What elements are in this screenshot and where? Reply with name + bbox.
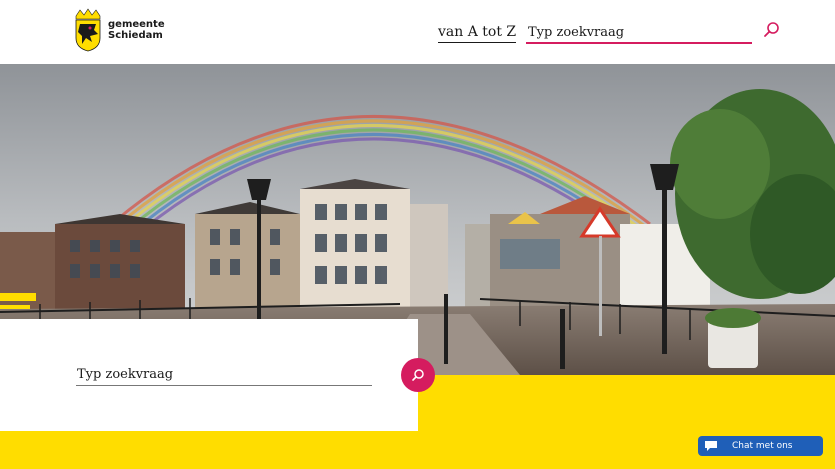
main-search-button[interactable] [401,358,435,392]
search-icon [764,22,779,37]
chat-button[interactable]: Chat met ons [698,436,823,456]
main-search-card [0,319,418,431]
chat-button-label: Chat met ons [732,441,793,451]
main-search-input[interactable] [76,364,372,386]
coat-of-arms-icon [75,8,101,52]
logo-line-1: gemeente [108,19,165,30]
search-icon [412,369,424,381]
nav-a-to-z-link[interactable]: van A tot Z [438,24,517,43]
speech-bubble-icon [705,441,717,451]
logo-text: gemeente Schiedam [108,19,165,41]
header-search-input[interactable] [526,22,752,44]
header-search-button[interactable] [762,20,782,40]
logo-line-2: Schiedam [108,30,163,41]
yellow-band [418,375,835,431]
site-header: gemeente Schiedam van A tot Z [0,0,835,64]
logo-link[interactable]: gemeente Schiedam [74,8,184,52]
